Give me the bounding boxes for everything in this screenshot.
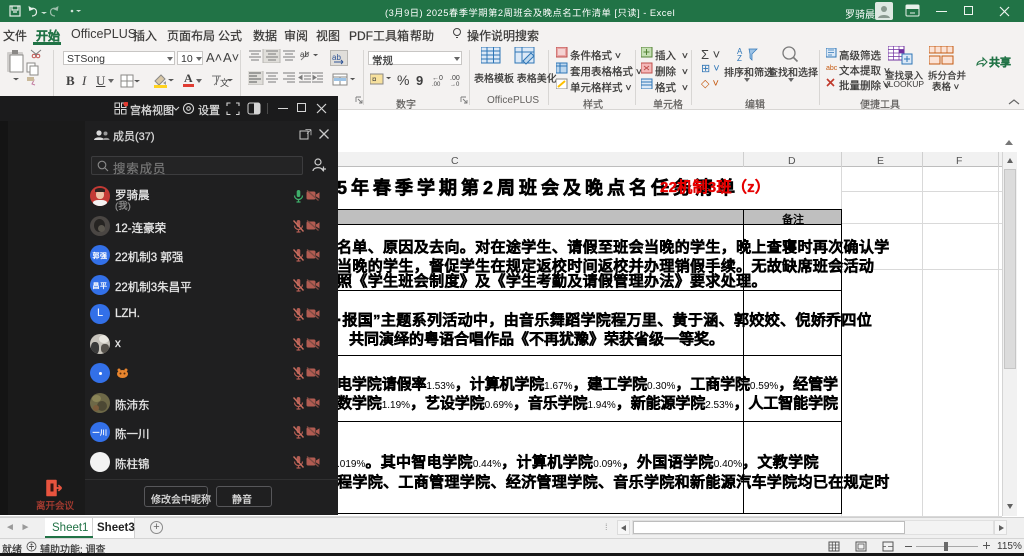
svg-text:%: % — [397, 72, 409, 88]
svg-text:.00: .00 — [432, 82, 441, 88]
svg-text:←0: ←0 — [432, 75, 443, 82]
svg-text:Z: Z — [737, 54, 742, 62]
svg-text:ab: ab — [332, 53, 341, 62]
svg-text:9: 9 — [416, 73, 423, 88]
svg-text:.00: .00 — [450, 75, 460, 82]
svg-text:→0: →0 — [450, 82, 460, 88]
svg-text:abc: abc — [826, 65, 837, 72]
svg-text:¤: ¤ — [372, 75, 377, 84]
svg-text:ab: ab — [300, 50, 309, 59]
svg-text:文: 文 — [220, 77, 229, 88]
